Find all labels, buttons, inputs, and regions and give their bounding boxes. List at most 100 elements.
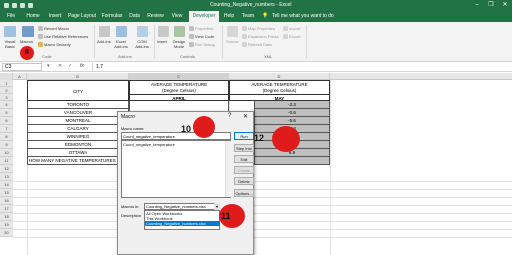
record-macro-button[interactable]: Record Macro xyxy=(44,26,69,31)
row-header[interactable]: 13 xyxy=(0,173,13,181)
row-header[interactable]: 4 xyxy=(0,101,13,109)
macro-list[interactable]: Count_negative_temperature xyxy=(121,140,231,198)
tab-insert[interactable]: Insert xyxy=(46,11,64,22)
macros-in-select[interactable]: Counting_Negative_numbers.xlsx xyxy=(144,203,220,210)
city-cell[interactable]: OTTAWA xyxy=(27,149,129,157)
tab-formulas[interactable]: Formulas xyxy=(100,11,124,22)
macros-label[interactable]: Macros xyxy=(20,39,33,44)
row-header[interactable]: 11 xyxy=(0,157,13,165)
addins-label[interactable]: Add-ins xyxy=(97,39,111,44)
header-may[interactable]: MAY xyxy=(229,94,330,101)
step-into-button[interactable]: Step Into xyxy=(234,144,254,152)
column-header-d[interactable]: D xyxy=(229,73,330,80)
row-header[interactable]: 17 xyxy=(0,205,13,213)
import-button[interactable]: Import xyxy=(289,26,300,31)
com-addins-label[interactable]: COM Add-ins xyxy=(133,39,151,49)
close-button[interactable]: ✕ xyxy=(498,0,512,11)
city-cell[interactable]: CALGARY xyxy=(27,125,129,133)
may-value-cell[interactable]: -5.6 xyxy=(254,117,330,125)
macro-security-button[interactable]: Macro Security xyxy=(44,42,71,47)
autosave-icon[interactable] xyxy=(4,3,9,8)
row-header[interactable]: 18 xyxy=(0,213,13,221)
header-temp-may-line2[interactable]: (Degree Celsius) xyxy=(229,87,330,94)
list-item[interactable]: Count_negative_temperature xyxy=(123,142,175,147)
column-header-c[interactable]: C xyxy=(129,73,229,80)
use-relative-references-button[interactable]: Use Relative References xyxy=(44,34,88,39)
save-icon[interactable] xyxy=(12,3,17,8)
tab-review[interactable]: Review xyxy=(145,11,166,22)
edit-button[interactable]: Edit xyxy=(234,155,254,163)
options-button[interactable]: Options... xyxy=(234,189,254,197)
row-header[interactable]: 12 xyxy=(0,165,13,173)
visual-basic-icon[interactable] xyxy=(4,26,16,37)
may-value-cell[interactable] xyxy=(254,157,330,165)
may-value-cell[interactable]: -0.6 xyxy=(254,109,330,117)
tell-me-box[interactable]: Tell me what you want to do xyxy=(272,11,334,22)
dropdown-option-selected[interactable]: Counting_Negative_numbers.xlsx xyxy=(145,221,220,226)
row-header[interactable]: 20 xyxy=(0,229,13,237)
design-mode-label[interactable]: Design Mode xyxy=(171,39,187,49)
macro-name-input[interactable]: Count_negative_temperature xyxy=(121,132,231,140)
tab-data[interactable]: Data xyxy=(127,11,142,22)
tab-page-layout[interactable]: Page Layout xyxy=(67,11,97,22)
tab-team[interactable]: Team xyxy=(240,11,256,22)
addins-icon[interactable] xyxy=(99,26,110,37)
visual-basic-label[interactable]: Visual Basic xyxy=(2,39,18,49)
source-label[interactable]: Source xyxy=(226,39,239,44)
excel-addins-icon[interactable] xyxy=(116,26,127,37)
row-header[interactable]: 8 xyxy=(0,133,13,141)
restore-button[interactable]: ❐ xyxy=(484,0,498,11)
column-header-a[interactable]: A xyxy=(13,73,27,80)
list-scrollbar[interactable] xyxy=(225,141,231,197)
create-button[interactable]: Create xyxy=(234,166,254,174)
row-header[interactable]: 14 xyxy=(0,181,13,189)
dialog-close-button[interactable]: ✕ xyxy=(243,113,248,120)
cancel-icon[interactable]: ✕ xyxy=(58,63,62,69)
enter-icon[interactable]: ✓ xyxy=(68,63,72,69)
expansion-packs-button[interactable]: Expansion Packs xyxy=(248,34,279,39)
tab-file[interactable]: File xyxy=(4,11,18,22)
export-button[interactable]: Export xyxy=(289,34,301,39)
map-properties-button[interactable]: Map Properties xyxy=(248,26,275,31)
column-header-b[interactable]: B xyxy=(27,73,129,80)
row-header[interactable]: 16 xyxy=(0,197,13,205)
macros-in-dropdown-list[interactable]: All Open Workbooks This Workbook Countin… xyxy=(144,210,220,230)
delete-button[interactable]: Delete xyxy=(234,177,254,185)
row-header[interactable]: 15 xyxy=(0,189,13,197)
formula-input[interactable]: 1.7 xyxy=(96,63,103,71)
chevron-down-icon[interactable]: ▾ xyxy=(214,203,220,210)
header-city[interactable]: CITY xyxy=(27,80,129,101)
com-addins-icon[interactable] xyxy=(137,26,148,37)
run-dialog-button[interactable]: Run Dialog xyxy=(195,42,215,47)
row-header[interactable]: 9 xyxy=(0,141,13,149)
row-header[interactable]: 5 xyxy=(0,109,13,117)
view-code-button[interactable]: View Code xyxy=(195,34,214,39)
row-header[interactable]: 3 xyxy=(0,94,13,101)
design-mode-icon[interactable] xyxy=(174,26,185,37)
tab-developer[interactable]: Developer xyxy=(189,11,219,22)
macros-icon[interactable] xyxy=(22,26,34,37)
city-cell[interactable]: HOW MANY NEGATIVE TEMPERATURES xyxy=(27,157,129,165)
help-button[interactable]: ? xyxy=(228,113,231,119)
row-header[interactable]: 1 xyxy=(0,80,13,87)
row-header[interactable]: 6 xyxy=(0,117,13,125)
tab-help[interactable]: Help xyxy=(222,11,236,22)
may-value-cell[interactable]: -2.3 xyxy=(254,101,330,109)
name-box[interactable]: C3 xyxy=(2,63,42,71)
header-april[interactable]: APRIL xyxy=(129,94,229,101)
select-all-corner[interactable] xyxy=(0,73,13,80)
row-header[interactable]: 7 xyxy=(0,125,13,133)
minimize-button[interactable]: – xyxy=(470,0,484,11)
header-temp-april-line2[interactable]: (Degree Celsius) xyxy=(129,87,229,94)
redo-icon[interactable] xyxy=(28,3,33,8)
tab-view[interactable]: View xyxy=(169,11,185,22)
fx-icon[interactable]: fx xyxy=(80,63,84,69)
insert-control-label[interactable]: Insert xyxy=(157,39,167,44)
run-button[interactable]: Run xyxy=(234,132,254,140)
tab-home[interactable]: Home xyxy=(24,11,42,22)
row-header[interactable]: 19 xyxy=(0,221,13,229)
insert-control-icon[interactable] xyxy=(158,26,169,37)
chevron-down-icon[interactable]: ▾ xyxy=(47,63,50,69)
row-header[interactable]: 2 xyxy=(0,87,13,94)
source-icon[interactable] xyxy=(227,26,238,37)
